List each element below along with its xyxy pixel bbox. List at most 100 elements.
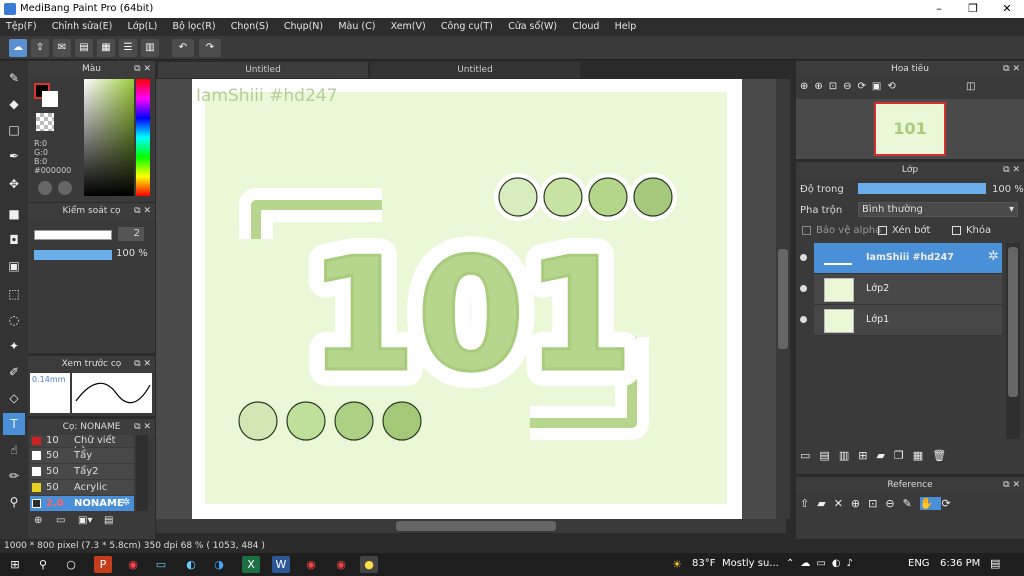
search-icon[interactable]: ⚲	[34, 556, 52, 573]
select-pen-tool-icon[interactable]: ✐	[3, 361, 25, 383]
add-brush-icon[interactable]: ⊕	[34, 515, 48, 529]
lasso-tool-icon[interactable]: ◌	[3, 309, 25, 331]
menu-file[interactable]: Tệp(F)	[0, 18, 43, 36]
panel-close-icon[interactable]: ⧉ ✕	[134, 203, 151, 219]
panel-close-icon[interactable]: ⧉ ✕	[134, 419, 151, 435]
eraser-tool-icon[interactable]: ◆	[3, 93, 25, 115]
protect-alpha-checkbox[interactable]	[802, 226, 811, 235]
navigator-thumbnail[interactable]: 101	[874, 102, 946, 156]
blend-mode-select[interactable]: Bình thường ▾	[858, 202, 1018, 217]
monitor-icon[interactable]: ▭	[152, 556, 170, 573]
layer-row[interactable]: Lớp1	[800, 305, 1002, 336]
menu-edit[interactable]: Chỉnh sửa(E)	[46, 18, 119, 36]
menu-filter[interactable]: Bộ lọc(R)	[167, 18, 222, 36]
edge-browser-icon[interactable]: ◑	[210, 556, 228, 573]
fit-icon[interactable]: ⊡	[868, 497, 885, 510]
new-brush-icon[interactable]: ▭	[56, 515, 70, 529]
pen-tool-icon[interactable]: ✒	[3, 145, 25, 167]
menu-help[interactable]: Help	[609, 18, 643, 36]
brush-opacity-slider[interactable]	[34, 250, 112, 260]
canvas-vertical-scrollbar[interactable]	[776, 79, 790, 519]
windows-start-icon[interactable]: ⊞	[6, 556, 24, 573]
chrome-icon[interactable]: ◉	[302, 556, 320, 573]
comment-icon[interactable]: ▤	[75, 39, 93, 57]
combine-layer-icon[interactable]: ▦	[913, 449, 932, 462]
menu-view[interactable]: Xem(V)	[385, 18, 432, 36]
menu-layer[interactable]: Lớp(L)	[122, 18, 164, 36]
dropper-tool-icon[interactable]: ✏	[3, 465, 25, 487]
brush-settings-icon[interactable]: ▤	[104, 515, 118, 529]
hand-icon[interactable]: ✋	[919, 497, 942, 510]
menu-tools[interactable]: Công cụ(T)	[435, 18, 499, 36]
cloud-icon[interactable]: ☁	[9, 39, 27, 57]
weather-icon[interactable]: ☀	[672, 558, 682, 571]
close-icon[interactable]: ✕	[834, 497, 851, 510]
lock-checkbox[interactable]	[952, 226, 961, 235]
folder-open-icon[interactable]: ▰	[817, 497, 833, 510]
eyedropper-tool-icon[interactable]: ⚲	[3, 491, 25, 513]
weather-temp[interactable]: 83°F	[692, 558, 715, 569]
redo-icon[interactable]: ↷	[199, 39, 221, 57]
merge-layer-icon[interactable]: ❐	[894, 449, 913, 462]
brush-tool-icon[interactable]: ✎	[3, 67, 25, 89]
rotate-icon[interactable]: ⟳	[941, 497, 958, 510]
menu-window[interactable]: Cửa sổ(W)	[502, 18, 563, 36]
select-rect-tool-icon[interactable]: ⬚	[3, 283, 25, 305]
gradient-tool-icon[interactable]: ▣	[3, 255, 25, 277]
upload-icon[interactable]: ⇧	[800, 497, 817, 510]
language-indicator[interactable]: ENG	[908, 558, 930, 569]
chat-icon[interactable]: ✉	[53, 39, 71, 57]
palette-icon[interactable]	[38, 181, 52, 195]
duplicate-layer-icon[interactable]: ▥	[839, 449, 858, 462]
operation-tool-icon[interactable]: ☝	[3, 439, 25, 461]
excel-icon[interactable]: X	[242, 556, 260, 573]
select-eraser-tool-icon[interactable]: ◇	[3, 387, 25, 409]
menu-color[interactable]: Màu (C)	[332, 18, 381, 36]
color-wheel-icon[interactable]	[58, 181, 72, 195]
scroll-thumb[interactable]	[1008, 247, 1018, 397]
flip-icon[interactable]: ◫	[966, 81, 982, 97]
list-icon[interactable]: ☰	[119, 39, 137, 57]
new-halftone-layer-icon[interactable]: ▤	[819, 449, 838, 462]
bucket-tool-icon[interactable]: ◘	[3, 229, 25, 251]
weather-desc[interactable]: Mostly su...	[722, 558, 779, 569]
zoom-in-icon[interactable]: ⊕	[851, 497, 868, 510]
clock[interactable]: 6:36 PM	[940, 558, 980, 569]
visibility-icon[interactable]	[800, 285, 807, 292]
tab-untitled-2[interactable]: Untitled	[370, 62, 580, 78]
zoom-out-icon[interactable]: ⊖	[885, 497, 902, 510]
new-layer-icon[interactable]: ▭	[800, 449, 819, 462]
brush-item[interactable]: 10 Chữ viết bằng	[30, 435, 134, 457]
brush-list-scrollbar[interactable]	[136, 435, 148, 511]
panel-close-icon[interactable]: ⧉ ✕	[134, 61, 151, 77]
transparent-color-swatch[interactable]	[36, 113, 54, 131]
app-icon-red[interactable]: ◉	[124, 556, 142, 573]
layer-opacity-slider[interactable]	[858, 183, 986, 194]
brush-item[interactable]: 50 Tẩy	[30, 448, 134, 463]
rectangle-tool-icon[interactable]: □	[3, 119, 25, 141]
layer-row[interactable]: IamShiii #hd247 ✲	[800, 243, 1002, 274]
move-tool-icon[interactable]: ✥	[3, 173, 25, 195]
canvas-horizontal-scrollbar[interactable]	[156, 519, 786, 533]
restore-button[interactable]: ❐	[956, 0, 990, 18]
menu-snap[interactable]: Chụp(N)	[278, 18, 329, 36]
word-icon[interactable]: W	[272, 556, 290, 573]
brush-item[interactable]: 50 Tẩy2	[30, 464, 134, 479]
task-view-icon[interactable]: ○	[62, 556, 80, 573]
canvas-area[interactable]: IamShiii #hd247 101 101	[156, 79, 776, 519]
menu-select[interactable]: Chọn(S)	[225, 18, 275, 36]
layer-row[interactable]: Lớp2	[800, 274, 1002, 305]
secondary-color-swatch[interactable]	[42, 91, 58, 107]
system-tray-icons[interactable]: ⌃☁▭◐♪	[786, 558, 859, 569]
brush-menu-icon[interactable]: ▣▾	[78, 515, 98, 529]
brush-size-slider[interactable]	[34, 230, 112, 240]
brush-item[interactable]: 50 Acrylic	[30, 480, 134, 495]
close-button[interactable]: ✕	[990, 0, 1024, 18]
panel-close-icon[interactable]: ⧉ ✕	[1003, 162, 1020, 178]
fill-rect-tool-icon[interactable]: ■	[3, 203, 25, 225]
powerpoint-icon[interactable]: P	[94, 556, 112, 573]
panel-close-icon[interactable]: ⧉ ✕	[1003, 477, 1020, 493]
upload-icon[interactable]: ⇪	[31, 39, 49, 57]
document-icon[interactable]: ▦	[97, 39, 115, 57]
grid-icon[interactable]: ▥	[141, 39, 159, 57]
